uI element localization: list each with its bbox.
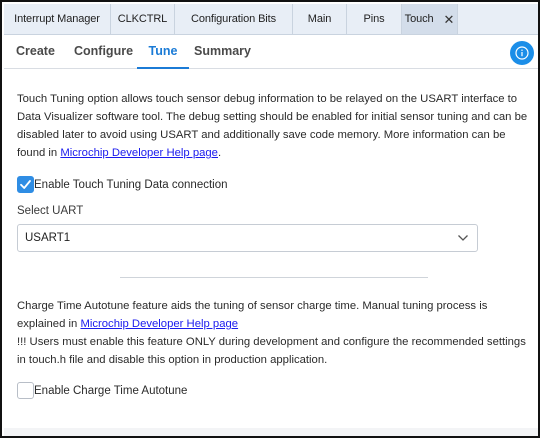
tab-configuration-bits[interactable]: Configuration Bits (175, 4, 293, 34)
subtab-configure[interactable]: Configure (74, 35, 133, 69)
developer-help-link[interactable]: Microchip Developer Help page (60, 147, 218, 159)
checkmark-icon (20, 180, 31, 189)
tab-touch[interactable]: Touch ✕ (402, 4, 458, 34)
separator (120, 277, 428, 278)
info-button[interactable] (510, 41, 534, 65)
document-tab-bar: Interrupt Manager CLKCTRL Configuration … (4, 4, 538, 35)
tab-clkctrl[interactable]: CLKCTRL (111, 4, 175, 34)
enable-autotune-row[interactable]: Enable Charge Time Autotune (17, 382, 187, 399)
developer-help-link[interactable]: Microchip Developer Help page (80, 318, 238, 330)
autotune-description-text: Charge Time Autotune feature aids the tu… (17, 300, 488, 330)
select-uart-label: Select UART (17, 205, 84, 217)
close-icon[interactable]: ✕ (444, 13, 455, 26)
tab-interrupt-manager[interactable]: Interrupt Manager (4, 4, 111, 34)
tab-label: Interrupt Manager (14, 13, 100, 25)
info-icon (515, 46, 529, 60)
sub-tab-bar: Create Configure Tune Summary (4, 35, 538, 69)
tab-pins[interactable]: Pins (347, 4, 402, 34)
subtab-summary[interactable]: Summary (194, 35, 251, 69)
enable-tuning-row[interactable]: Enable Touch Tuning Data connection (17, 176, 228, 193)
tab-label: Configuration Bits (190, 13, 277, 25)
touch-config-window: Interrupt Manager CLKCTRL Configuration … (0, 0, 540, 438)
enable-autotune-checkbox[interactable] (17, 382, 34, 399)
autotune-warning: !!! Users must enable this feature ONLY … (17, 336, 526, 366)
autotune-description: Charge Time Autotune feature aids the tu… (17, 297, 529, 369)
tab-label: Main (307, 13, 332, 25)
tuning-description-text: Touch Tuning option allows touch sensor … (17, 93, 528, 159)
footer-strip (4, 428, 538, 436)
uart-select-value: USART1 (25, 232, 71, 244)
tab-main[interactable]: Main (293, 4, 347, 34)
enable-autotune-label: Enable Charge Time Autotune (34, 384, 188, 397)
tab-label: Touch (404, 13, 434, 25)
tab-label: CLKCTRL (117, 13, 168, 25)
tuning-description: Touch Tuning option allows touch sensor … (17, 90, 529, 162)
uart-select[interactable]: USART1 (17, 224, 478, 252)
chevron-down-icon (458, 235, 468, 241)
tab-label: Pins (363, 13, 385, 25)
enable-tuning-checkbox[interactable] (17, 176, 34, 193)
subtab-create[interactable]: Create (16, 35, 55, 69)
subtab-tune[interactable]: Tune (137, 35, 189, 69)
enable-tuning-label: Enable Touch Tuning Data connection (34, 178, 228, 191)
